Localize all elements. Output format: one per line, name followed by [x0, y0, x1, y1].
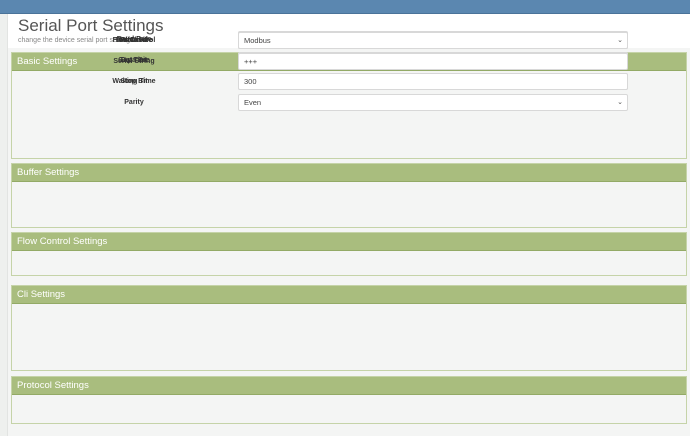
chevron-down-icon: ⌄ — [617, 99, 623, 106]
protocol-value: Modbus — [244, 36, 271, 45]
serial-string-value: +++ — [244, 57, 258, 66]
waiting-time-value: 300 — [244, 77, 257, 86]
protocol-select[interactable]: Modbus ⌄ — [238, 32, 628, 49]
panel-header: Protocol Settings — [12, 377, 686, 395]
sidebar — [0, 14, 8, 436]
row-parity: Parity Even ⌄ — [12, 94, 686, 111]
protocol-label: Protocol — [119, 37, 149, 44]
row-waiting-time: Waiting Time 300 — [12, 73, 686, 90]
row-protocol: Protocol Modbus ⌄ — [12, 32, 686, 49]
parity-value: Even — [244, 98, 262, 107]
serial-string-label: Serial String — [113, 58, 155, 65]
panel-protocol-settings: Protocol Settings Protocol Modbus ⌄ — [11, 32, 687, 424]
serial-string-input[interactable]: +++ — [238, 53, 628, 70]
top-navbar — [0, 0, 690, 14]
panel-header: Flow Control Settings — [12, 233, 686, 251]
parity-label: Parity — [124, 99, 144, 106]
parity-select[interactable]: Even ⌄ — [238, 94, 628, 111]
waiting-time-label: Waiting Time — [112, 78, 156, 85]
chevron-down-icon: ⌄ — [617, 37, 623, 44]
panel-header: Buffer Settings — [12, 164, 686, 182]
panel-header: Cli Settings — [12, 286, 686, 304]
panel-buffer-settings: Buffer Settings Buffer Size 512 Gap Time… — [11, 32, 687, 228]
waiting-time-input[interactable]: 300 — [238, 73, 628, 90]
row-serial-string: Serial String +++ — [12, 53, 686, 70]
panel-flow-control-settings: Flow Control Settings Flow Control Disab… — [11, 32, 687, 276]
panel-cli-settings: Cli Settings Cli Serial String⌄ Serial S… — [11, 32, 687, 371]
